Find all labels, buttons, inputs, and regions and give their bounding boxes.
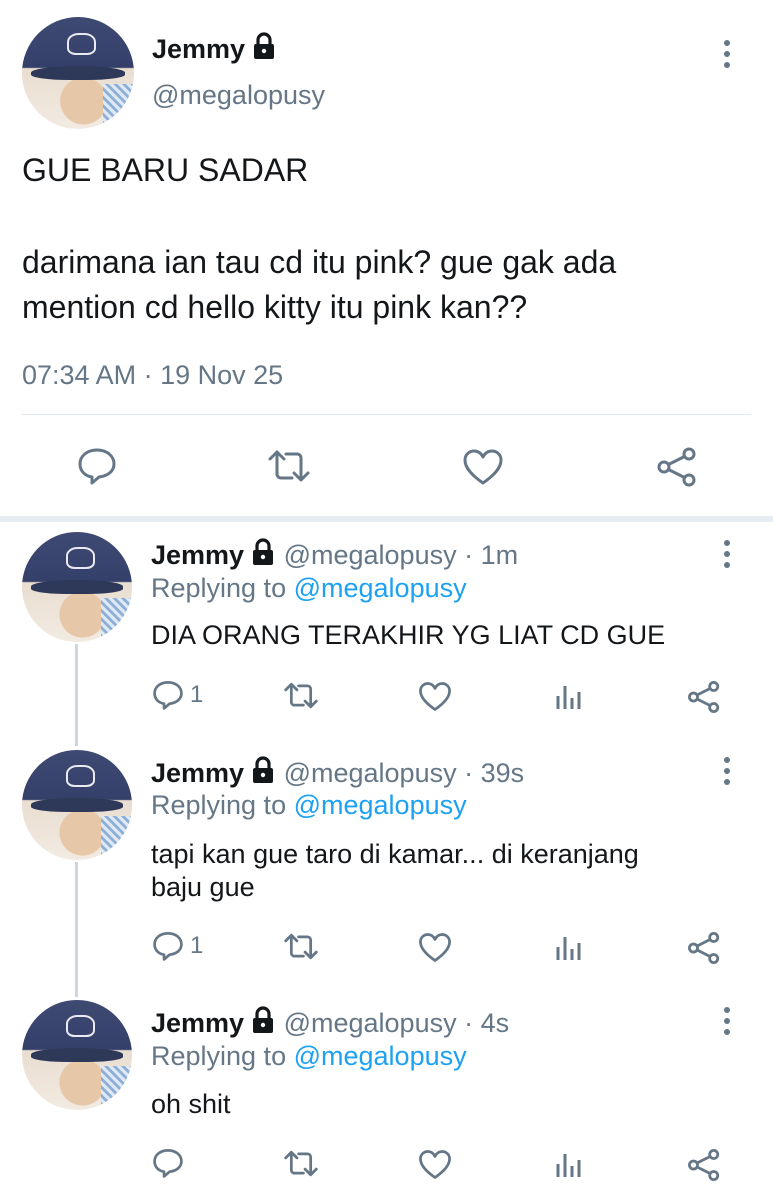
- reply-header: Jemmy @megalopusy · 39s: [151, 756, 524, 789]
- tweet-age: 1m: [480, 540, 519, 570]
- retweet-button[interactable]: [284, 1149, 318, 1178]
- share-icon: [688, 932, 720, 964]
- reply-count: 1: [190, 681, 204, 708]
- author-name[interactable]: Jemmy: [151, 758, 244, 788]
- retweet-button[interactable]: [284, 681, 318, 710]
- share-icon: [657, 447, 696, 487]
- analytics-icon: [556, 686, 581, 709]
- more-options-icon[interactable]: [722, 40, 732, 73]
- meta-separator: ·: [464, 1008, 474, 1038]
- avatar[interactable]: [22, 750, 132, 860]
- share-button[interactable]: [656, 446, 698, 488]
- reply-text: oh shit: [151, 1089, 231, 1119]
- author-handle[interactable]: @megalopusy: [284, 540, 457, 570]
- retweet-icon: [284, 682, 318, 709]
- share-button[interactable]: [687, 680, 721, 714]
- reply-text: DIA ORANG TERAKHIR YG LIAT CD GUE: [151, 620, 666, 650]
- meta-separator: ·: [464, 758, 474, 788]
- author-handle[interactable]: @megalopusy: [284, 758, 457, 788]
- share-button[interactable]: [687, 1148, 721, 1182]
- like-icon: [419, 682, 451, 711]
- reply-button[interactable]: 1: [152, 931, 203, 961]
- divider: [22, 414, 751, 415]
- section-divider: [0, 516, 773, 522]
- avatar[interactable]: [22, 17, 134, 129]
- tweet-age: 4s: [480, 1008, 510, 1038]
- analytics-button[interactable]: [555, 933, 581, 961]
- author-name[interactable]: Jemmy: [151, 1008, 244, 1038]
- author-name[interactable]: Jemmy: [151, 540, 244, 570]
- retweet-icon: [284, 1150, 318, 1177]
- reply-button[interactable]: [77, 447, 117, 485]
- reply-header: Jemmy @megalopusy · 1m: [151, 538, 518, 571]
- avatar[interactable]: [22, 1000, 132, 1110]
- tweet-text-line-1: GUE BARU SADAR: [22, 152, 309, 188]
- analytics-icon: [556, 937, 581, 960]
- share-icon: [688, 1149, 720, 1181]
- like-icon: [419, 933, 451, 962]
- reply-button[interactable]: 1: [152, 680, 203, 710]
- analytics-button[interactable]: [555, 1150, 581, 1178]
- reply-count: 1: [190, 932, 204, 959]
- retweet-button[interactable]: [268, 448, 310, 484]
- like-icon: [419, 1150, 451, 1179]
- like-button[interactable]: [418, 1149, 452, 1180]
- reply-text-line-1: tapi kan gue taro di kamar... di keranja…: [151, 839, 639, 869]
- replying-to: Replying to @megalopusy: [151, 573, 467, 603]
- lock-icon: [253, 1006, 274, 1033]
- more-options-icon[interactable]: [722, 757, 732, 790]
- replying-to: Replying to @megalopusy: [151, 1041, 467, 1071]
- like-button[interactable]: [418, 932, 452, 963]
- retweet-icon: [268, 450, 310, 482]
- author-handle[interactable]: @megalopusy: [284, 1008, 457, 1038]
- analytics-icon: [556, 1154, 581, 1177]
- comment-icon: [153, 932, 183, 961]
- more-options-icon[interactable]: [722, 540, 732, 573]
- reply-button[interactable]: [152, 1148, 190, 1178]
- replying-to: Replying to @megalopusy: [151, 790, 467, 820]
- comment-icon: [153, 681, 183, 710]
- tweet-date: 19 Nov 25: [160, 360, 284, 390]
- author-name[interactable]: Jemmy: [152, 32, 277, 65]
- share-icon: [688, 681, 720, 713]
- reply-header: Jemmy @megalopusy · 4s: [151, 1006, 509, 1039]
- author-handle[interactable]: @megalopusy: [152, 80, 325, 111]
- tweet-timestamp: 07:34 AM · 19 Nov 25: [22, 360, 283, 391]
- avatar[interactable]: [22, 532, 132, 642]
- tweet-time: 07:34 AM: [22, 360, 137, 390]
- lock-icon: [253, 756, 274, 783]
- reply-text-line-2: baju gue: [151, 872, 255, 902]
- comment-icon: [153, 1149, 183, 1178]
- tweet-text-line-3: mention cd hello kitty itu pink kan??: [22, 289, 528, 325]
- replying-to-link[interactable]: @megalopusy: [294, 573, 467, 603]
- thread-line: [75, 644, 78, 746]
- meta-separator: ·: [143, 360, 153, 390]
- meta-separator: ·: [464, 540, 474, 570]
- thread-line: [75, 862, 78, 997]
- retweet-icon: [284, 933, 318, 960]
- like-button[interactable]: [462, 448, 504, 486]
- like-icon: [463, 449, 503, 485]
- tweet-text-line-2: darimana ian tau cd itu pink? gue gak ad…: [22, 244, 617, 280]
- replying-to-link[interactable]: @megalopusy: [294, 790, 467, 820]
- retweet-button[interactable]: [284, 932, 318, 961]
- lock-icon: [254, 32, 275, 59]
- analytics-button[interactable]: [555, 682, 581, 710]
- comment-icon: [78, 448, 116, 485]
- replying-to-link[interactable]: @megalopusy: [294, 1041, 467, 1071]
- tweet-age: 39s: [480, 758, 525, 788]
- more-options-icon[interactable]: [722, 1007, 732, 1040]
- share-button[interactable]: [687, 931, 721, 965]
- lock-icon: [253, 538, 274, 565]
- like-button[interactable]: [418, 681, 452, 712]
